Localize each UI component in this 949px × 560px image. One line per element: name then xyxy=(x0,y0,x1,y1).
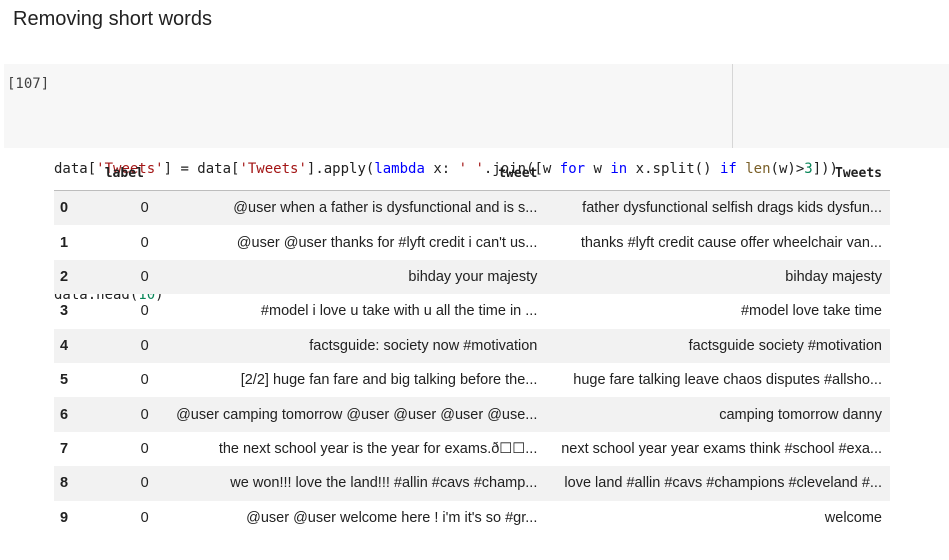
table-row: 0 0 @user when a father is dysfunctional a… xyxy=(54,190,890,226)
row-index: 2 xyxy=(54,259,88,295)
execution-count: [107] xyxy=(7,76,50,92)
row-index: 3 xyxy=(60,303,69,320)
cell-tweet: #model i love u take with u all the time… xyxy=(260,303,538,320)
table-row: 2 0 bihday your majesty bihday majesty xyxy=(54,259,890,295)
table-row: 6 0 @user camping tomorrow @user @user @us… xyxy=(54,397,890,432)
cell-tweet: @user when a father is dysfunctional and… xyxy=(160,190,546,226)
cell-label: 0 xyxy=(140,372,149,389)
row-index: 0 xyxy=(54,190,88,226)
column-header-index xyxy=(54,156,88,191)
cell-tweets: thanks #lyft credit cause offer wheelcha… xyxy=(580,234,882,251)
cell-label: 0 xyxy=(87,466,161,501)
table-row: 8 0 we won!!! love the land!!! #allin #cav… xyxy=(54,466,890,501)
row-index: 7 xyxy=(60,440,69,457)
cell-tweets: factsguide society #motivation xyxy=(545,328,890,363)
cell-label: 0 xyxy=(140,303,149,320)
cell-label: 0 xyxy=(87,328,161,363)
column-header-tweet: tweet xyxy=(160,156,546,191)
row-index: 6 xyxy=(54,397,88,432)
table-header-row: label tweet Tweets xyxy=(54,156,890,191)
cell-label: 0 xyxy=(87,259,161,295)
cell-tweet: [2/2] huge fan fare and big talking befo… xyxy=(240,372,538,389)
code-cell[interactable]: [107] data['Tweets'] = data['Tweets'].ap… xyxy=(4,64,949,303)
cell-tweet: we won!!! love the land!!! #allin #cavs … xyxy=(160,466,546,501)
table-row: 4 0 factsguide: society now #motivation fac… xyxy=(54,328,890,363)
row-index: 8 xyxy=(54,466,88,501)
cell-tweets: next school year year exams think #schoo… xyxy=(561,440,882,457)
cell-label: 0 xyxy=(87,190,161,226)
row-index: 1 xyxy=(60,234,69,251)
cell-tweets: huge fare talking leave chaos disputes #… xyxy=(573,372,882,389)
cell-tweet: @user camping tomorrow @user @user @user… xyxy=(160,397,546,432)
editor-ruler xyxy=(732,64,733,148)
cell-label: 0 xyxy=(87,397,161,432)
cell-label: 0 xyxy=(140,234,149,251)
row-index: 4 xyxy=(54,328,88,363)
cell-label: 0 xyxy=(140,440,149,457)
table-row: 3 0 #model i love u take with u all the ti… xyxy=(54,294,890,328)
cell-tweet: bihday your majesty xyxy=(160,259,546,295)
column-header-label: label xyxy=(87,156,161,191)
cell-tweets: love land #allin #cavs #champions #cleve… xyxy=(545,466,890,501)
row-index: 9 xyxy=(60,509,69,526)
cell-tweets: father dysfunctional selfish drags kids … xyxy=(545,190,890,226)
cell-tweets: camping tomorrow danny xyxy=(545,397,890,432)
cell-tweet: @user @user welcome here ! i'm it's so #… xyxy=(246,509,538,526)
cell-tweet: the next school year is the year for exa… xyxy=(218,440,538,457)
table-row: 7 0 the next school year is the year for e… xyxy=(54,432,890,466)
cell-tweets: #model love take time xyxy=(740,303,882,320)
cell-label: 0 xyxy=(140,509,149,526)
row-index: 5 xyxy=(60,372,69,389)
table-row: 9 0 @user @user welcome here ! i'm it's so… xyxy=(54,501,890,535)
cell-tweets: bihday majesty xyxy=(545,259,890,295)
column-header-tweets: Tweets xyxy=(545,156,890,191)
cell-tweet: factsguide: society now #motivation xyxy=(160,328,546,363)
cell-tweets: welcome xyxy=(824,509,882,526)
section-title: Removing short words xyxy=(13,8,212,30)
table-row: 5 0 [2/2] huge fan fare and big talking be… xyxy=(54,363,890,397)
cell-tweet: @user @user thanks for #lyft credit i ca… xyxy=(236,234,538,251)
dataframe-output: label tweet Tweets 0 0 @user when a father… xyxy=(54,156,890,535)
table-row: 1 0 @user @user thanks for #lyft credit i … xyxy=(54,225,890,259)
